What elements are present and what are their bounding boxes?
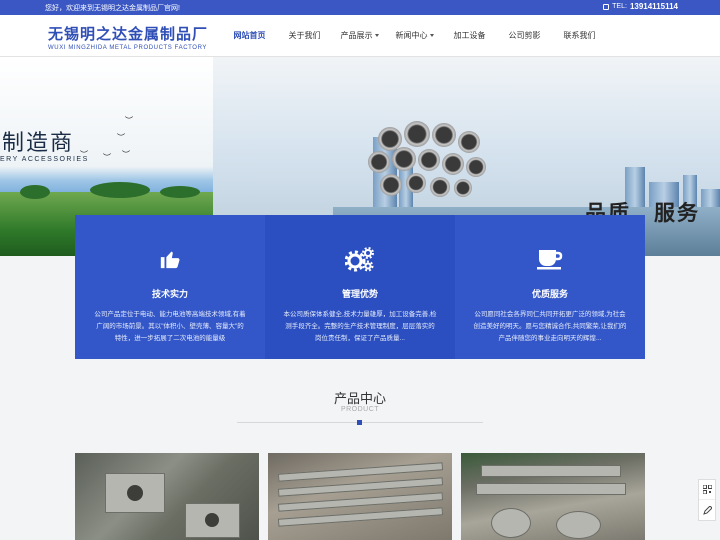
welcome-text: 您好，欢迎来到无锡明之达金属制品厂官网! (45, 5, 180, 12)
site-header: 无锡明之达金属制品厂 WUXI MINGZHIDA METAL PRODUCTS… (0, 15, 720, 57)
product-card[interactable] (461, 453, 645, 540)
nav-label: 加工设备 (453, 31, 486, 40)
phone-icon (603, 3, 610, 10)
nav-label: 公司剪影 (508, 31, 541, 40)
thumbs-up-icon (93, 247, 247, 271)
feature-title: 技术实力 (151, 289, 188, 299)
tree-cluster (160, 186, 200, 198)
nav-item-home[interactable]: 网站首页 (222, 15, 277, 57)
product-card[interactable] (75, 453, 259, 540)
tel-info: TEL: 13914115114 (603, 2, 678, 11)
product-grid (75, 453, 645, 540)
metal-bar (481, 465, 621, 477)
edit-icon (702, 505, 712, 515)
tel-number[interactable]: 13914115114 (630, 2, 678, 11)
nav-label: 新闻中心 (395, 31, 428, 40)
metal-disc (556, 511, 601, 539)
nav-item-gallery[interactable]: 公司剪影 (497, 15, 552, 57)
feature-card-service[interactable]: 优质服务 公司愿同社会各界同仁共同开拓更广泛的领域,为社会创造美好的明天。愿与您… (455, 215, 645, 359)
features-row: 技术实力 公司产品定位于电动、能力电池等高端技术领域,有着广阔的市场前景。其以"… (75, 215, 645, 359)
nav-item-contact[interactable]: 联系我们 (552, 15, 607, 57)
feature-desc: 公司产品定位于电动、能力电池等高端技术领域,有着广阔的市场前景。其以"体积小、壁… (94, 311, 246, 342)
nav-item-news[interactable]: 新闻中心 (387, 15, 442, 57)
tree-cluster (20, 185, 50, 199)
tel-label: TEL: (612, 3, 627, 10)
metal-disc (491, 508, 531, 538)
section-divider-mark (357, 420, 362, 425)
product-card[interactable] (268, 453, 452, 540)
bird-icon: ︶ (122, 150, 130, 159)
banner-left-title: 制造商 (2, 131, 75, 156)
tree-cluster (90, 182, 150, 198)
metal-bar (476, 483, 626, 495)
nav-label: 产品展示 (340, 31, 373, 40)
chevron-down-icon (429, 34, 434, 38)
feature-title: 管理优势 (341, 289, 378, 299)
bird-icon: ︶ (103, 153, 111, 162)
metal-tubes-image (360, 119, 505, 209)
banner-left-subtitle: ERY ACCESSORIES (0, 156, 89, 163)
feature-title: 优质服务 (531, 289, 568, 299)
section-title: 产品中心 (333, 391, 386, 406)
nav-label: 关于我们 (288, 31, 321, 40)
part-hole (205, 513, 219, 527)
nav-item-about[interactable]: 关于我们 (277, 15, 332, 57)
qrcode-icon (702, 485, 712, 494)
logo-en: WUXI MINGZHIDA METAL PRODUCTS FACTORY (48, 45, 207, 51)
feature-desc: 公司愿同社会各界同仁共同开拓更广泛的领域,为社会创造美好的明天。愿与您精诚合作,… (473, 311, 627, 342)
metal-rod (277, 507, 444, 527)
floating-toolbar (698, 479, 716, 521)
site-logo[interactable]: 无锡明之达金属制品厂 WUXI MINGZHIDA METAL PRODUCTS… (48, 23, 208, 51)
message-button[interactable] (699, 500, 715, 520)
feature-card-management[interactable]: 管理优势 本公司质保体系健全,技术力量雄厚，加工设备完善,检测手段齐全。完整的生… (265, 215, 455, 359)
part-hole (127, 485, 143, 501)
bird-icon: ︶ (117, 133, 125, 142)
feature-card-tech[interactable]: 技术实力 公司产品定位于电动、能力电池等高端技术领域,有着广阔的市场前景。其以"… (75, 215, 265, 359)
nav-label: 网站首页 (233, 31, 266, 40)
gears-icon (283, 247, 437, 272)
bird-icon: ︶ (125, 116, 133, 125)
nav-item-equipment[interactable]: 加工设备 (442, 15, 497, 57)
nav-label: 联系我们 (563, 31, 596, 40)
section-subtitle: PRODUCT (340, 406, 380, 413)
coffee-cup-icon (473, 247, 627, 271)
main-nav: 网站首页 关于我们 产品展示 新闻中心 加工设备 公司剪影 联系我们 (222, 15, 607, 57)
top-bar: 您好，欢迎来到无锡明之达金属制品厂官网! TEL: 13914115114 (0, 0, 720, 15)
qrcode-button[interactable] (699, 480, 715, 500)
chevron-down-icon (374, 34, 379, 38)
nav-item-products[interactable]: 产品展示 (332, 15, 387, 57)
feature-desc: 本公司质保体系健全,技术力量雄厚，加工设备完善,检测手段齐全。完整的生产技术管理… (283, 311, 437, 342)
logo-cn: 无锡明之达金属制品厂 (48, 25, 209, 43)
